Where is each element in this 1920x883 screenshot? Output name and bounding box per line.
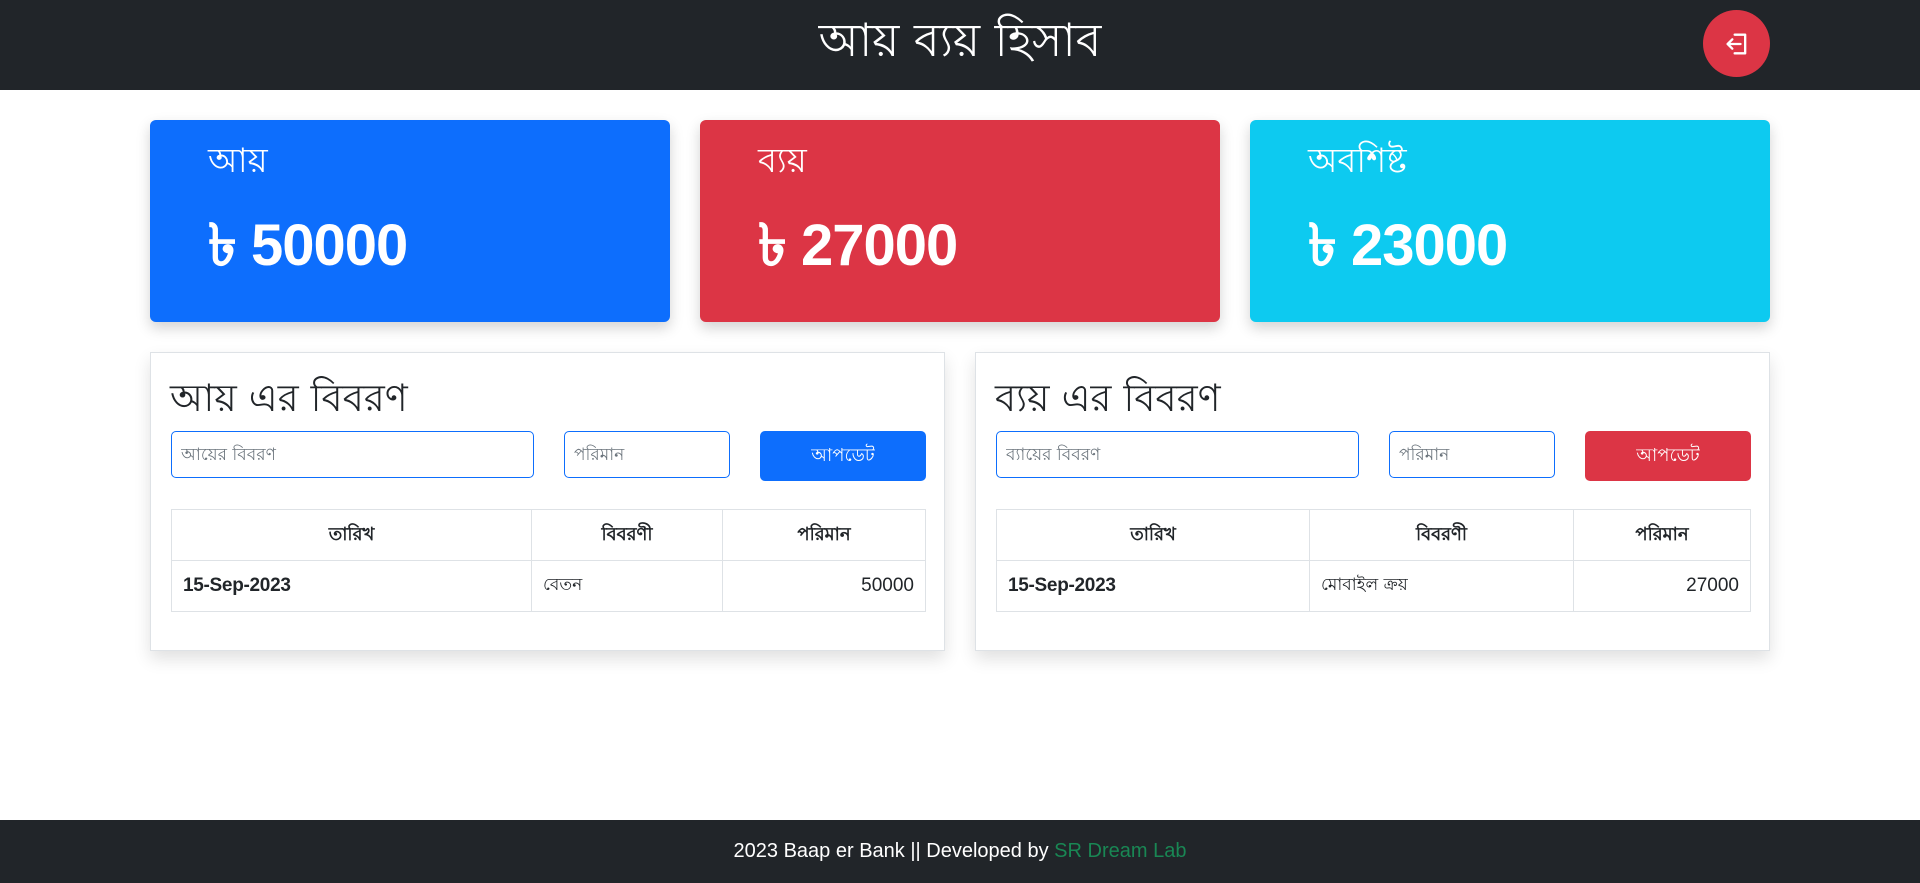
currency-symbol: ৳: [208, 211, 237, 279]
page-title: আয় ব্যয় হিসাব: [818, 13, 1102, 67]
column-header-description: বিবরণী: [1309, 509, 1574, 561]
table-row: 15-Sep-2023 মোবাইল ক্রয় 27000: [996, 560, 1751, 612]
balance-card-label: অবশিষ্ট: [1308, 141, 1407, 181]
expense-description-input[interactable]: [996, 431, 1359, 478]
income-details-panel: আয় এর বিবরণ আপডেট তারিখ বিবরণী পরিমান 1…: [150, 352, 945, 651]
expense-card-label: ব্যয়: [758, 141, 807, 181]
balance-summary-card: অবশিষ্ট ৳ 23000: [1250, 120, 1770, 322]
income-total: 50000: [251, 213, 408, 278]
expense-summary-card: ব্যয় ৳ 27000: [700, 120, 1220, 322]
expense-amount-input[interactable]: [1389, 431, 1555, 478]
column-header-date: তারিখ: [171, 509, 532, 561]
balance-card-value: ৳ 23000: [1308, 210, 1508, 281]
expense-card-value: ৳ 27000: [758, 210, 958, 281]
expense-update-button[interactable]: আপডেট: [1585, 431, 1751, 481]
row-amount: 50000: [722, 560, 926, 612]
row-date: 15-Sep-2023: [171, 560, 532, 612]
expense-panel-title: ব্যয় এর বিবরণ: [995, 376, 1221, 420]
income-update-button[interactable]: আপডেট: [760, 431, 926, 481]
income-card-value: ৳ 50000: [208, 210, 408, 281]
developer-link[interactable]: SR Dream Lab: [1054, 840, 1186, 862]
row-description: মোবাইল ক্রয়: [1309, 560, 1574, 612]
column-header-description: বিবরণী: [531, 509, 723, 561]
income-amount-input[interactable]: [564, 431, 730, 478]
logout-button[interactable]: [1703, 10, 1770, 77]
currency-symbol: ৳: [1308, 211, 1337, 279]
expense-total: 27000: [801, 213, 958, 278]
row-description: বেতন: [531, 560, 723, 612]
column-header-amount: পরিমান: [1573, 509, 1751, 561]
page-footer: 2023 Baap er Bank || Developed by SR Dre…: [0, 820, 1920, 883]
row-amount: 27000: [1573, 560, 1751, 612]
app-header: আয় ব্যয় হিসাব: [0, 0, 1920, 90]
column-header-amount: পরিমান: [722, 509, 926, 561]
income-summary-card: আয় ৳ 50000: [150, 120, 670, 322]
income-table: তারিখ বিবরণী পরিমান 15-Sep-2023 বেতন 500…: [171, 509, 926, 612]
table-row: 15-Sep-2023 বেতন 50000: [171, 560, 926, 612]
table-header-row: তারিখ বিবরণী পরিমান: [171, 509, 926, 561]
income-card-label: আয়: [208, 141, 268, 181]
income-description-input[interactable]: [171, 431, 534, 478]
income-panel-title: আয় এর বিবরণ: [170, 376, 408, 420]
footer-text: 2023 Baap er Bank || Developed by: [733, 840, 1049, 862]
logout-icon: [1726, 33, 1746, 54]
currency-symbol: ৳: [758, 211, 787, 279]
table-header-row: তারিখ বিবরণী পরিমান: [996, 509, 1751, 561]
row-date: 15-Sep-2023: [996, 560, 1310, 612]
balance-total: 23000: [1351, 213, 1508, 278]
expense-table: তারিখ বিবরণী পরিমান 15-Sep-2023 মোবাইল ক…: [996, 509, 1751, 612]
expense-details-panel: ব্যয় এর বিবরণ আপডেট তারিখ বিবরণী পরিমান…: [975, 352, 1770, 651]
column-header-date: তারিখ: [996, 509, 1310, 561]
